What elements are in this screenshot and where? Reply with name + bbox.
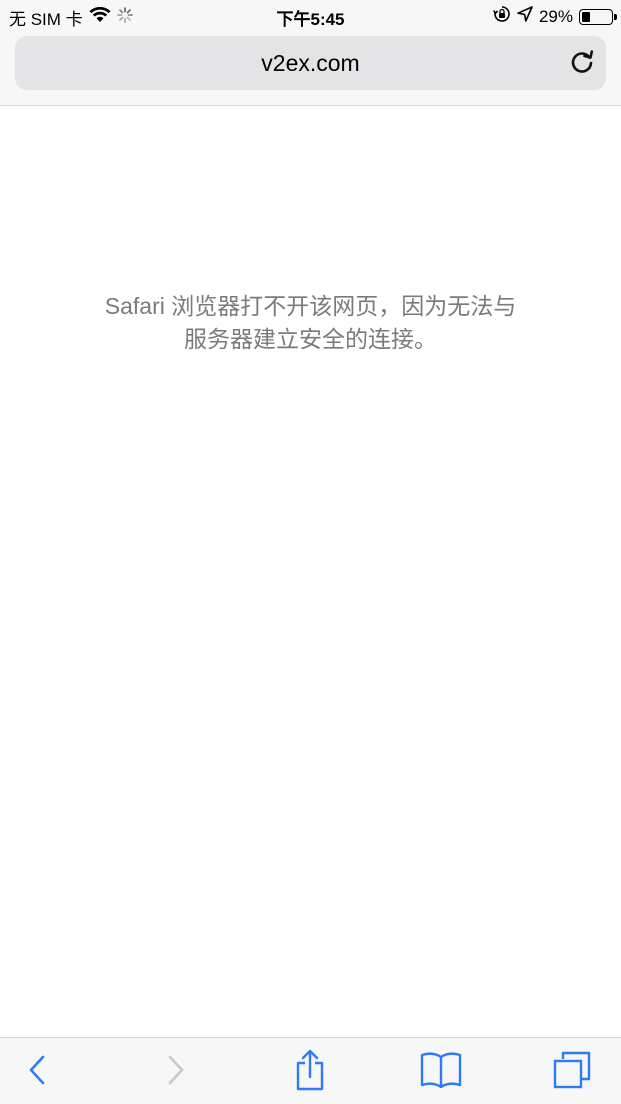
forward-icon	[163, 1054, 187, 1091]
page-content: Safari 浏览器打不开该网页，因为无法与 服务器建立安全的连接。	[0, 106, 621, 1036]
error-message: Safari 浏览器打不开该网页，因为无法与 服务器建立安全的连接。	[60, 290, 561, 356]
share-icon	[293, 1049, 327, 1096]
battery-icon	[579, 8, 617, 25]
share-button[interactable]	[286, 1048, 334, 1096]
error-line-1: Safari 浏览器打不开该网页，因为无法与	[104, 293, 517, 319]
back-icon	[26, 1054, 50, 1091]
orientation-lock-icon	[493, 5, 511, 28]
back-button[interactable]	[14, 1048, 62, 1096]
address-url[interactable]: v2ex.com	[15, 50, 606, 77]
forward-button[interactable]	[151, 1048, 199, 1096]
bookmarks-icon	[420, 1051, 462, 1094]
battery-nub	[614, 13, 617, 20]
status-right: 29%	[493, 5, 617, 28]
safari-screen: 无 SIM 卡 下午5:45 29% v2ex.com Safari 浏览器打不…	[0, 0, 621, 1104]
battery-fill	[582, 11, 590, 22]
top-chrome: 无 SIM 卡 下午5:45 29% v2ex.com	[0, 0, 621, 106]
address-bar[interactable]: v2ex.com	[15, 36, 606, 90]
reload-icon	[568, 50, 596, 81]
reload-button[interactable]	[568, 49, 596, 77]
status-bar: 无 SIM 卡 下午5:45 29%	[0, 0, 621, 32]
location-arrow-icon	[517, 6, 533, 27]
bottom-toolbar	[0, 1037, 621, 1104]
tabs-icon	[552, 1050, 592, 1095]
error-line-2: 服务器建立安全的连接。	[184, 326, 437, 352]
bookmarks-button[interactable]	[417, 1048, 465, 1096]
battery-percent: 29%	[538, 6, 573, 26]
tabs-button[interactable]	[548, 1048, 596, 1096]
